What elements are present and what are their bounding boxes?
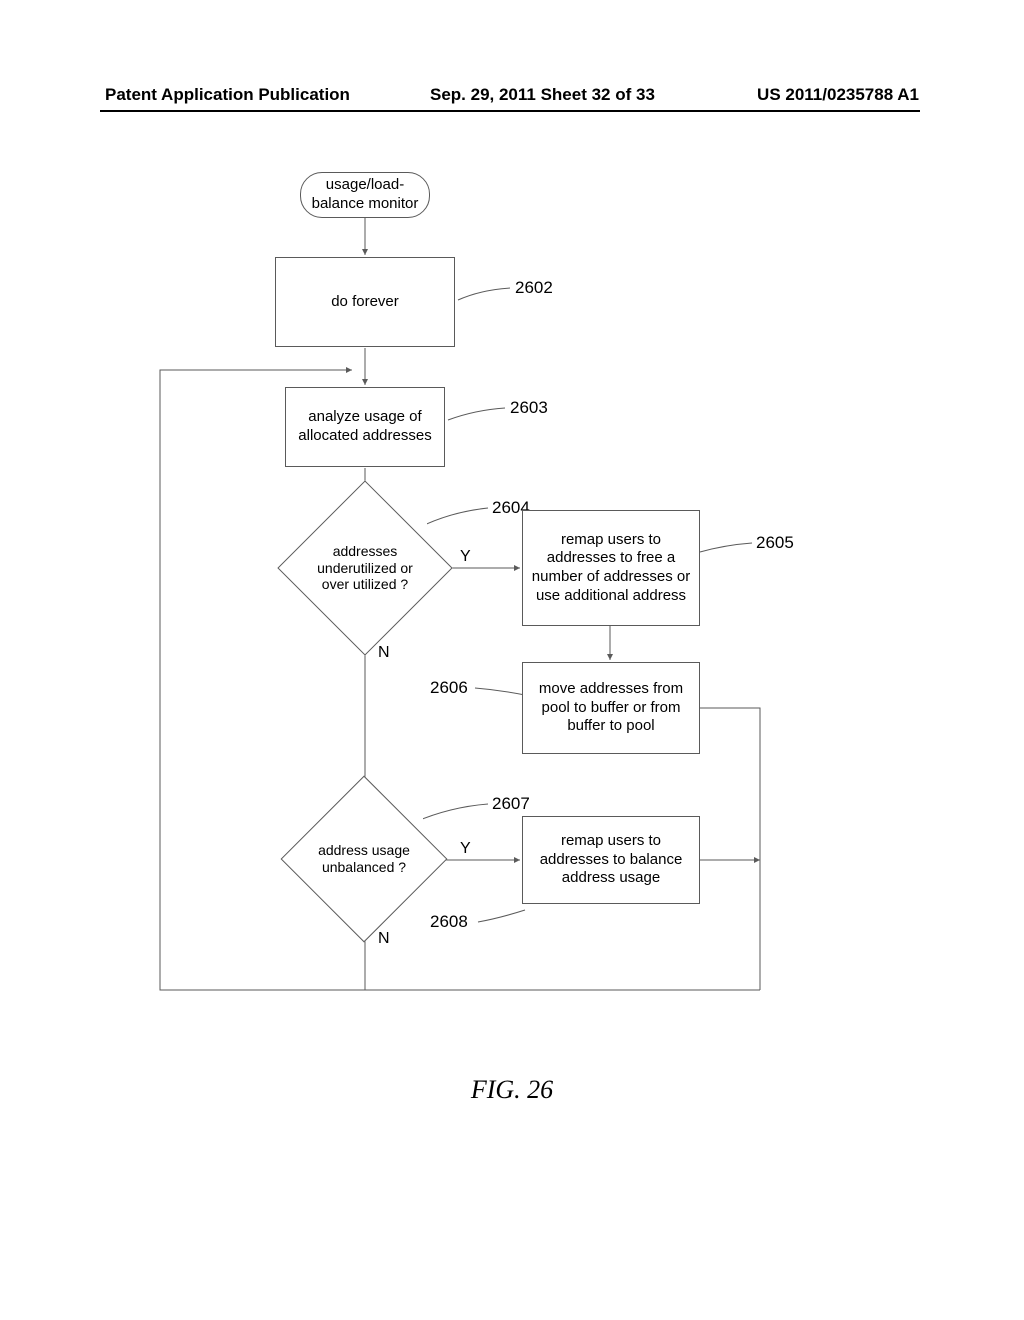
ref-2603: 2603	[510, 398, 548, 418]
terminator-start-text: usage/load-balance monitor	[309, 176, 421, 214]
process-2603: analyze usage of allocated addresses	[285, 387, 445, 467]
ref-2608: 2608	[430, 912, 468, 932]
decision-2607-text: address usage unbalanced ?	[305, 800, 423, 918]
terminator-start: usage/load-balance monitor	[300, 172, 430, 218]
connectors	[0, 160, 1024, 1160]
edge-n-2604: N	[378, 644, 390, 662]
decision-2607: address usage unbalanced ?	[305, 800, 423, 918]
decision-2604: addresses underutilized or over utilized…	[303, 506, 427, 630]
ref-2602: 2602	[515, 278, 553, 298]
process-2606-text: move addresses from pool to buffer or fr…	[531, 680, 691, 736]
process-2608: remap users to addresses to balance addr…	[522, 816, 700, 904]
header-center: Sep. 29, 2011 Sheet 32 of 33	[430, 85, 655, 105]
page-header: Patent Application Publication Sep. 29, …	[0, 85, 1024, 109]
process-2606: move addresses from pool to buffer or fr…	[522, 662, 700, 754]
edge-y-2607: Y	[460, 840, 471, 858]
edge-n-2607: N	[378, 930, 390, 948]
header-left: Patent Application Publication	[105, 85, 350, 105]
ref-2605: 2605	[756, 533, 794, 553]
edge-y-2604: Y	[460, 548, 471, 566]
header-rule	[100, 110, 920, 112]
ref-2607: 2607	[492, 794, 530, 814]
figure-caption: FIG. 26	[0, 1075, 1024, 1105]
ref-2606: 2606	[430, 678, 468, 698]
process-2608-text: remap users to addresses to balance addr…	[531, 832, 691, 888]
header-right: US 2011/0235788 A1	[757, 85, 919, 105]
process-2602-text: do forever	[331, 293, 399, 312]
process-2603-text: analyze usage of allocated addresses	[294, 408, 436, 446]
process-2602: do forever	[275, 257, 455, 347]
flowchart: usage/load-balance monitor do forever 26…	[0, 160, 1024, 1160]
process-2605: remap users to addresses to free a numbe…	[522, 510, 700, 626]
decision-2604-text: addresses underutilized or over utilized…	[303, 506, 427, 630]
process-2605-text: remap users to addresses to free a numbe…	[531, 531, 691, 606]
